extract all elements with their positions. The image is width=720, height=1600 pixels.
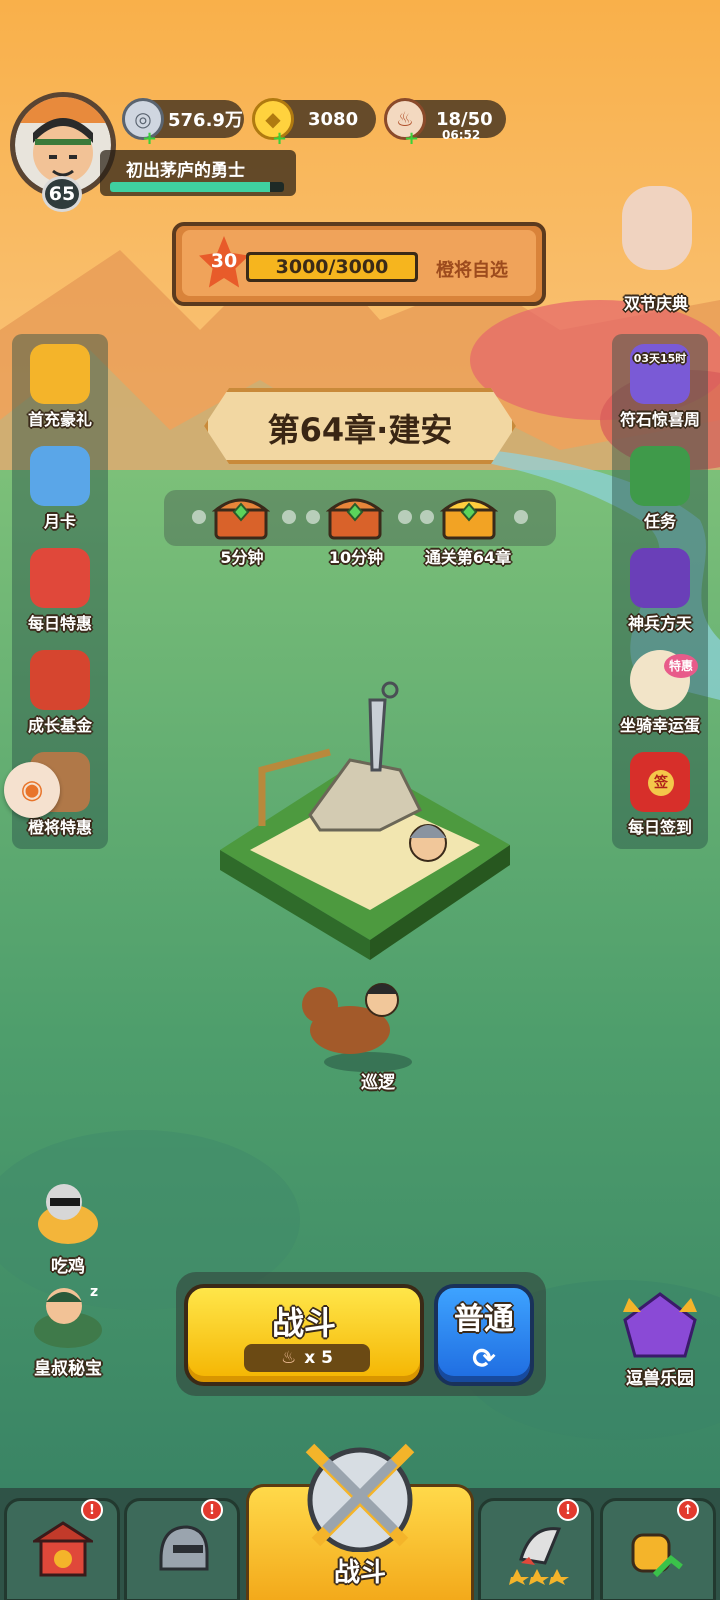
chest-label: 通关第64章	[424, 548, 512, 567]
mode-label: 普通	[454, 1302, 514, 1337]
notification-badge: !	[81, 1499, 103, 1521]
feature-label: 皇叔秘宝	[34, 1359, 102, 1379]
right-menu-item-festival[interactable]: 双节庆典	[608, 186, 704, 313]
track-dot	[192, 510, 206, 524]
left-menu-label: 首充豪礼	[27, 410, 92, 429]
left-menu-label: 每日特惠	[27, 614, 92, 633]
star-level-number: 30	[210, 250, 238, 272]
track-dot	[306, 510, 320, 524]
purple-beast-icon	[623, 1292, 697, 1358]
gold-resource[interactable]: ◆ 3080 +	[252, 98, 376, 149]
growth-fund-icon	[30, 650, 90, 710]
chicken-character-icon	[38, 1184, 98, 1244]
svg-text:z: z	[90, 1284, 98, 1300]
meat-drumstick-icon: ♨	[281, 1348, 297, 1368]
right-menu-label: 神兵方天	[627, 614, 692, 633]
silver-value: 576.9万	[168, 110, 243, 131]
player-level: 65	[48, 183, 76, 205]
stamina-plus-icon[interactable]: +	[404, 128, 419, 149]
sleeping-uncle-icon: z	[34, 1284, 102, 1348]
patrol-label: 巡逻	[361, 1073, 395, 1093]
battle-button-label: 战斗	[271, 1304, 336, 1342]
battle-cost: ♨ x 5	[244, 1344, 370, 1372]
fist-upgrade-icon	[631, 1533, 683, 1578]
track-dot	[514, 510, 528, 524]
right-menu-label: 双节庆典	[623, 294, 688, 313]
left-menu-item-daily-deal[interactable]: 每日特惠	[12, 548, 108, 648]
equipment-stars-icon	[509, 1527, 569, 1585]
track-dot	[398, 510, 412, 524]
treasure-chest-icon	[30, 344, 90, 404]
nav-tab-equipment[interactable]: !	[478, 1498, 594, 1600]
halberd-icon	[630, 548, 690, 608]
special-offer-tag: 特惠	[664, 654, 698, 678]
right-menu-item-rune-week[interactable]: 03天15时 符石惊喜周	[612, 344, 708, 444]
nav-tab-upgrade[interactable]: ↑	[600, 1498, 716, 1600]
left-menu-label: 成长基金	[27, 716, 92, 735]
left-menu-item-growth-fund[interactable]: 成长基金	[12, 650, 108, 750]
notification-badge: !	[557, 1499, 579, 1521]
task-scroll-icon	[630, 446, 690, 506]
right-menu-item-halberd[interactable]: 神兵方天	[612, 548, 708, 648]
gold-value: 3080	[308, 108, 359, 130]
gamepad-float-button[interactable]: ◉	[4, 762, 60, 818]
silver-resource[interactable]: ◎ 576.9万 +	[122, 98, 244, 149]
right-menu-label: 坐骑幸运蛋	[619, 716, 700, 735]
stage-island[interactable]	[220, 680, 510, 970]
chapter-title: 第64章·建安	[267, 411, 453, 449]
player-title: 初出茅庐的勇士	[126, 161, 245, 181]
track-dot	[282, 510, 296, 524]
rune-week-timer: 03天15时	[633, 352, 687, 365]
chest-chapter-clear[interactable]	[439, 490, 499, 542]
right-menu-label: 每日签到	[627, 818, 692, 837]
beast-park-feature[interactable]: 逗兽乐园	[610, 1290, 710, 1389]
city-gate-icon	[33, 1521, 93, 1577]
chest-label: 10分钟	[328, 548, 384, 567]
month-card-icon	[30, 446, 90, 506]
left-menu-item-first-recharge[interactable]: 首充豪礼	[12, 344, 108, 444]
battle-cost-value: x 5	[304, 1348, 333, 1368]
right-menu-item-task[interactable]: 任务	[612, 446, 708, 546]
track-dot	[420, 510, 434, 524]
right-menu-item-sign-in[interactable]: 签 每日签到	[612, 752, 708, 852]
upgrade-badge: ↑	[677, 1499, 699, 1521]
crossed-swords-icon	[305, 1443, 415, 1552]
festival-icon	[622, 186, 692, 270]
gold-plus-icon[interactable]: +	[272, 128, 287, 149]
nav-tab-city[interactable]: !	[4, 1498, 120, 1600]
chest-5min[interactable]	[211, 490, 271, 542]
left-menu-label: 橙将特惠	[27, 818, 92, 837]
right-menu-label: 任务	[643, 512, 676, 531]
player-exp-bar	[110, 182, 284, 192]
patrol-hero[interactable]	[300, 970, 420, 1070]
player-exp-fill	[110, 182, 271, 192]
gamepad-icon: ◉	[20, 775, 44, 805]
treasure-chest-icon	[325, 498, 385, 540]
right-menu-item-mount-egg[interactable]: 特惠 坐骑幸运蛋	[612, 650, 708, 750]
player-level-badge: 65	[42, 176, 82, 212]
eat-chicken-feature[interactable]: 吃鸡	[20, 1180, 116, 1277]
reward-select-label[interactable]: 橙将自选	[436, 256, 508, 282]
nav-center-label: 战斗	[333, 1558, 386, 1588]
gift-bag-icon	[30, 548, 90, 608]
stamina-value: 18/50	[436, 108, 493, 130]
chest-10min[interactable]	[325, 490, 385, 542]
chest-label: 5分钟	[220, 548, 264, 567]
helmet-icon	[159, 1525, 209, 1571]
refresh-icon: ⟳	[472, 1342, 496, 1375]
feature-label: 吃鸡	[51, 1257, 85, 1277]
feature-label: 逗兽乐园	[626, 1369, 694, 1389]
nav-tab-heroes[interactable]: !	[124, 1498, 240, 1600]
stamina-timer: 06:52	[442, 128, 481, 142]
right-menu-label: 符石惊喜周	[619, 410, 700, 429]
silver-plus-icon[interactable]: +	[142, 128, 157, 149]
treasure-chest-icon	[211, 498, 271, 540]
chapter-progress-text: 3000/3000	[275, 256, 389, 278]
treasure-chest-icon	[439, 498, 499, 540]
sign-in-tag: 签	[648, 770, 674, 796]
left-menu-label: 月卡	[43, 512, 76, 531]
uncle-treasure-feature[interactable]: z 皇叔秘宝	[20, 1282, 116, 1379]
left-menu-item-month-card[interactable]: 月卡	[12, 446, 108, 546]
notification-badge: !	[201, 1499, 223, 1521]
